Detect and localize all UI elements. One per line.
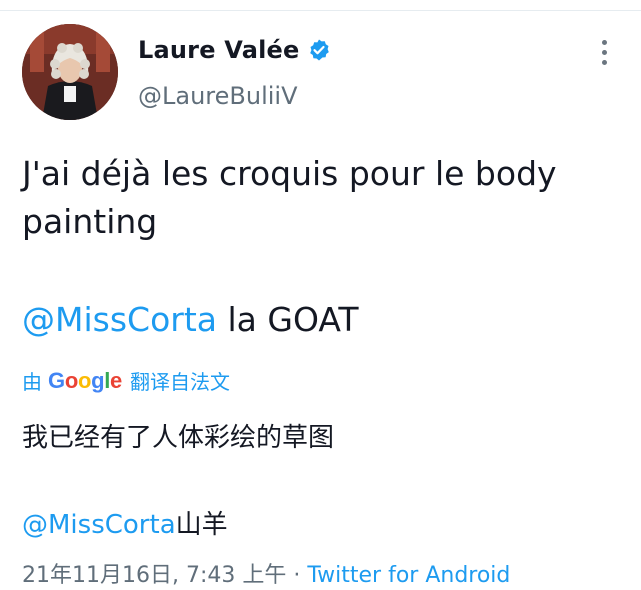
tweet-timestamp[interactable]: 21年11月16日, 7:43 上午 bbox=[22, 563, 286, 588]
translated-mention-line: @MissCorta山羊 bbox=[22, 505, 228, 545]
tweet-meta: 21年11月16日, 7:43 上午 · Twitter for Android bbox=[22, 557, 510, 589]
translation-prefix: 由 bbox=[22, 370, 42, 394]
verified-badge-icon bbox=[310, 39, 330, 61]
translation-suffix: 翻译自法文 bbox=[129, 370, 230, 394]
mention-link[interactable]: @MissCorta bbox=[22, 300, 217, 339]
avatar-photo bbox=[22, 24, 118, 120]
author-handle[interactable]: @LaureBuliiV bbox=[138, 82, 298, 110]
translated-mention-suffix: 山羊 bbox=[175, 510, 228, 540]
translated-mention-link[interactable]: @MissCorta bbox=[22, 510, 176, 540]
author-display-name[interactable]: Laure Valée bbox=[138, 36, 299, 64]
author-name-row[interactable]: Laure Valée bbox=[138, 36, 331, 64]
tweet-source-link[interactable]: Twitter for Android bbox=[307, 563, 510, 588]
meta-separator: · bbox=[286, 563, 308, 588]
mention-suffix: la GOAT bbox=[217, 300, 359, 339]
translated-text: 我已经有了人体彩绘的草图 bbox=[22, 423, 335, 453]
tweet-mention-line: @MissCorta la GOAT bbox=[22, 296, 359, 344]
top-divider bbox=[0, 0, 641, 11]
google-logo: Google bbox=[48, 367, 122, 393]
more-vertical-icon[interactable] bbox=[596, 40, 612, 68]
translation-attribution[interactable]: 由 Google 翻译自法文 bbox=[22, 366, 230, 395]
tweet-text: J'ai déjà les croquis pour le body paint… bbox=[22, 154, 557, 241]
avatar[interactable] bbox=[22, 24, 118, 120]
